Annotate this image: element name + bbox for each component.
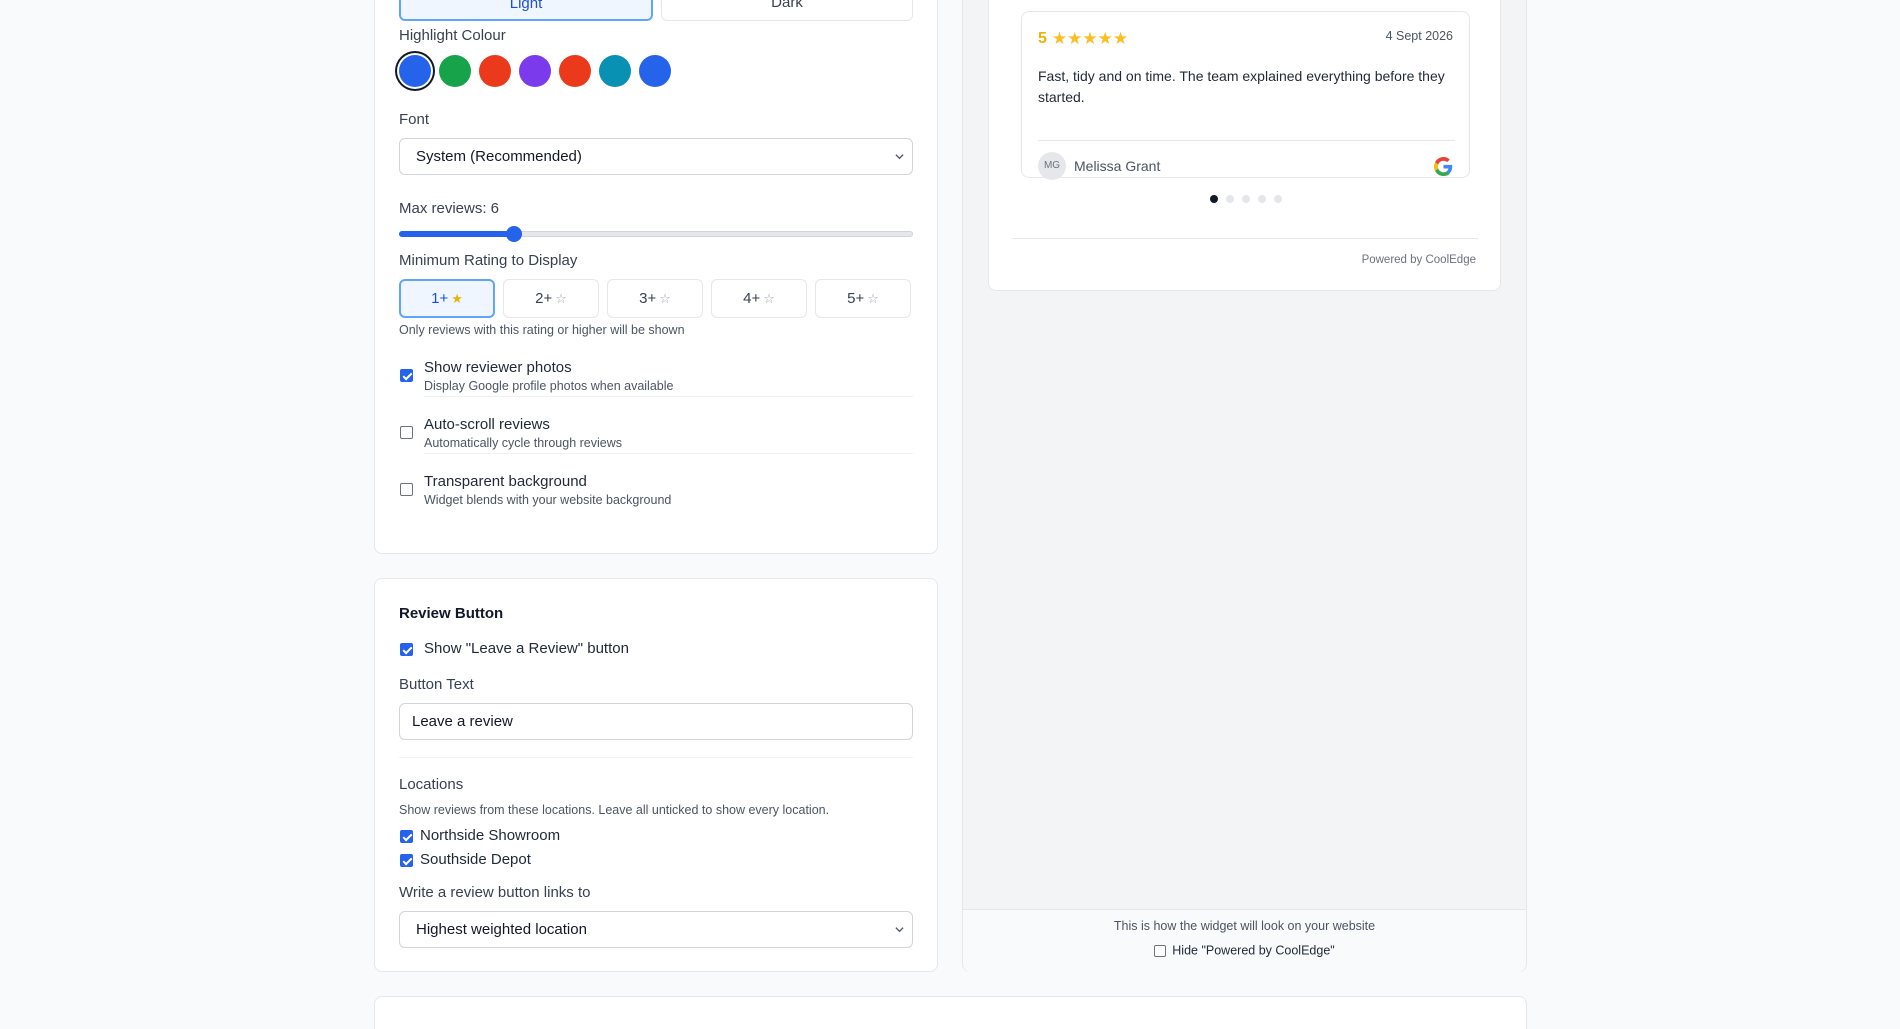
show-photos-desc: Display Google profile photos when avail… <box>424 379 674 393</box>
colour-swatch[interactable] <box>519 55 551 87</box>
divider <box>424 453 913 454</box>
locations-heading: Locations <box>399 776 464 793</box>
carousel-dot[interactable] <box>1210 195 1218 203</box>
colour-swatch[interactable] <box>559 55 591 87</box>
preview-divider <box>1013 238 1478 239</box>
review-date: 4 Sept 2026 <box>1385 29 1453 43</box>
min-rating-help: Only reviews with this rating or higher … <box>399 323 685 337</box>
location-checkbox-southside[interactable] <box>400 854 413 867</box>
powered-by: Powered by CoolEdge <box>1361 254 1476 266</box>
min-rating-label: Minimum Rating to Display <box>399 252 578 269</box>
star-icon: ★ <box>451 291 463 306</box>
auto-scroll-checkbox[interactable] <box>400 426 413 439</box>
theme-dark-button[interactable]: Dark <box>661 0 913 21</box>
google-icon <box>1434 157 1453 176</box>
transparent-bg-checkbox[interactable] <box>400 483 413 496</box>
review-stars: ★★★★★ <box>1051 29 1129 48</box>
carousel-dot[interactable] <box>1226 195 1234 203</box>
divider <box>424 396 913 397</box>
review-link-select[interactable]: Highest weighted location <box>399 911 913 948</box>
carousel-dot[interactable] <box>1258 195 1266 203</box>
rating-option-1[interactable]: 1+ ★ <box>399 279 495 318</box>
show-review-button-checkbox[interactable] <box>400 643 413 656</box>
rating-option-label: 5+ <box>847 290 865 307</box>
chevron-down-icon <box>895 154 904 160</box>
show-photos-checkbox[interactable] <box>400 369 413 382</box>
rating-option-3[interactable]: 3+ ☆ <box>607 279 703 318</box>
preview-footer: This is how the widget will look on your… <box>963 909 1526 972</box>
highlight-colour-label: Highlight Colour <box>399 27 506 44</box>
review-divider <box>1038 140 1455 141</box>
slider-fill <box>399 231 514 237</box>
show-review-button-label: Show "Leave a Review" button <box>424 640 629 657</box>
location-name: Northside Showroom <box>420 827 561 844</box>
star-icon: ☆ <box>867 291 879 306</box>
star-icon: ☆ <box>659 291 671 306</box>
theme-dark-label: Dark <box>771 0 803 11</box>
reviewer-name: Melissa Grant <box>1074 158 1161 174</box>
review-text: Fast, tidy and on time. The team explain… <box>1038 68 1445 105</box>
rating-option-5[interactable]: 5+ ☆ <box>815 279 911 318</box>
review-link-label: Write a review button links to <box>399 884 591 901</box>
button-text-input[interactable]: Leave a review <box>399 703 913 740</box>
location-checkbox-northside[interactable] <box>400 830 413 843</box>
show-photos-title: Show reviewer photos <box>424 359 572 376</box>
theme-light-label: Light <box>509 0 543 12</box>
section-divider <box>399 757 913 758</box>
preview-caption: This is how the widget will look on your… <box>1113 919 1376 933</box>
colour-swatch[interactable] <box>479 55 511 87</box>
font-select[interactable]: System (Recommended) <box>399 138 913 175</box>
star-icon: ☆ <box>763 291 775 306</box>
widget-settings-card: Light Dark Highlight Colour Font System … <box>374 0 938 554</box>
transparent-bg-title: Transparent background <box>424 473 587 490</box>
review-button-heading: Review Button <box>399 605 504 622</box>
review-rating-number: 5 <box>1038 30 1047 47</box>
review-button-card: Review Button Show "Leave a Review" butt… <box>374 578 938 972</box>
slider-thumb[interactable] <box>506 226 522 242</box>
review-rating: 5 ★★★★★ <box>1038 29 1128 49</box>
font-select-value: System (Recommended) <box>416 148 582 165</box>
rating-option-label: 4+ <box>743 290 761 307</box>
avatar-initials: MG <box>1043 160 1061 171</box>
star-icon: ☆ <box>555 291 567 306</box>
hide-powered-label: Hide "Powered by CoolEdge" <box>1172 943 1335 958</box>
font-label: Font <box>399 111 430 128</box>
preview-panel: 5 ★★★★★ 4 Sept 2026 Fast, tidy and on ti… <box>962 0 1527 972</box>
transparent-bg-desc: Widget blends with your website backgrou… <box>424 493 672 507</box>
button-text-label: Button Text <box>399 676 474 693</box>
auto-scroll-desc: Automatically cycle through reviews <box>424 436 622 450</box>
rating-option-label: 2+ <box>535 290 553 307</box>
max-reviews-label: Max reviews: 6 <box>399 200 500 217</box>
carousel-dot[interactable] <box>1242 195 1250 203</box>
rating-option-label: 3+ <box>639 290 657 307</box>
auto-scroll-title: Auto-scroll reviews <box>424 416 550 433</box>
locations-help: Show reviews from these locations. Leave… <box>399 803 830 817</box>
widget-preview: 5 ★★★★★ 4 Sept 2026 Fast, tidy and on ti… <box>988 0 1501 291</box>
location-name: Southside Depot <box>420 851 531 868</box>
carousel-dot[interactable] <box>1274 195 1282 203</box>
theme-light-button[interactable]: Light <box>399 0 653 21</box>
rating-option-4[interactable]: 4+ ☆ <box>711 279 807 318</box>
hide-powered-row[interactable]: Hide "Powered by CoolEdge" <box>963 943 1526 958</box>
avatar: MG <box>1038 152 1066 180</box>
colour-swatch[interactable] <box>439 55 471 87</box>
review-card: 5 ★★★★★ 4 Sept 2026 Fast, tidy and on ti… <box>1021 11 1470 180</box>
rating-option-2[interactable]: 2+ ☆ <box>503 279 599 318</box>
next-section-card <box>374 996 1527 1029</box>
colour-swatch[interactable] <box>599 55 631 87</box>
review-link-value: Highest weighted location <box>416 921 587 938</box>
colour-swatch[interactable] <box>639 55 671 87</box>
rating-option-label: 1+ <box>431 290 449 307</box>
chevron-down-icon <box>895 927 904 933</box>
colour-swatch[interactable] <box>399 55 431 87</box>
hide-powered-checkbox[interactable] <box>1154 944 1167 957</box>
button-text-value: Leave a review <box>412 713 513 730</box>
max-reviews-slider[interactable] <box>399 226 913 242</box>
